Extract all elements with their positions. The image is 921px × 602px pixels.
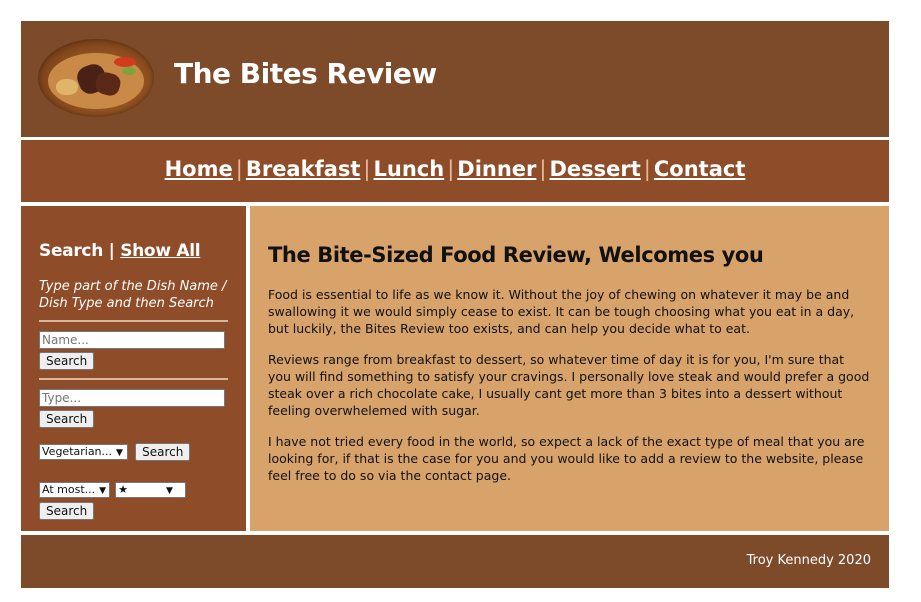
rating-select[interactable]: ★ ▼	[115, 482, 187, 498]
diet-search-button[interactable]: Search	[135, 442, 191, 461]
chevron-down-icon: ▼	[165, 486, 173, 496]
nav-dessert-link[interactable]: Dessert	[549, 157, 640, 181]
heading-separator: |	[108, 241, 115, 261]
diet-select-value: Vegetarian...	[42, 444, 113, 458]
at-most-select[interactable]: At most... ▼	[39, 482, 110, 498]
rating-search-button[interactable]: Search	[39, 501, 95, 520]
intro-paragraph: Food is essential to life as we know it.…	[268, 287, 855, 336]
footer-credit: Troy Kennedy 2020	[746, 553, 871, 568]
site-title: The Bites Review	[174, 57, 437, 90]
search-instructions: Type part of the Dish Name / Dish Type a…	[39, 279, 227, 311]
divider	[39, 378, 228, 380]
diet-select[interactable]: Vegetarian... ▼	[39, 443, 128, 460]
nav-lunch-link[interactable]: Lunch	[374, 157, 445, 181]
nav-separator: |	[539, 157, 547, 181]
chevron-down-icon: ▼	[116, 447, 123, 458]
steak-dish-image	[38, 39, 154, 117]
intro-paragraph: Reviews range from breakfast to dessert,…	[268, 352, 870, 418]
name-search-button[interactable]: Search	[39, 352, 95, 370]
nav-separator: |	[235, 157, 243, 181]
nav-separator: |	[447, 157, 455, 181]
nav-dinner-link[interactable]: Dinner	[457, 157, 536, 181]
main-content: The Bite-Sized Food Review, Welcomes you…	[250, 206, 889, 531]
chevron-down-icon: ▼	[99, 486, 107, 496]
divider	[39, 320, 228, 322]
sidebar-heading: Search | Show All	[39, 241, 228, 261]
type-search-button[interactable]: Search	[39, 410, 95, 428]
page-title: The Bite-Sized Food Review, Welcomes you	[268, 243, 764, 267]
nav-contact-link[interactable]: Contact	[654, 157, 746, 181]
nav-home-link[interactable]: Home	[165, 157, 233, 181]
main-nav: Home | Breakfast | Lunch | Dinner | Dessert | Cont…	[21, 140, 889, 202]
dish-name-input[interactable]	[39, 331, 225, 349]
nav-breakfast-link[interactable]: Breakfast	[246, 157, 361, 181]
site-footer: Troy Kennedy 2020	[21, 535, 889, 588]
search-heading: Search	[39, 241, 104, 261]
dish-type-input[interactable]	[39, 389, 225, 407]
rating-select-value: ★	[118, 483, 128, 496]
nav-separator: |	[363, 157, 371, 181]
intro-paragraph: I have not tried every food in the world…	[268, 434, 865, 483]
site-header: The Bites Review	[21, 21, 889, 137]
nav-separator: |	[643, 157, 651, 181]
search-sidebar: Search | Show All Type part of the Dish …	[21, 206, 246, 531]
show-all-link[interactable]: Show All	[120, 241, 200, 261]
diet-filter-row: Vegetarian... ▼ Search	[39, 441, 228, 461]
rating-filter-row: At most... ▼ ★ ▼	[39, 480, 228, 499]
at-most-select-value: At most...	[42, 483, 96, 496]
